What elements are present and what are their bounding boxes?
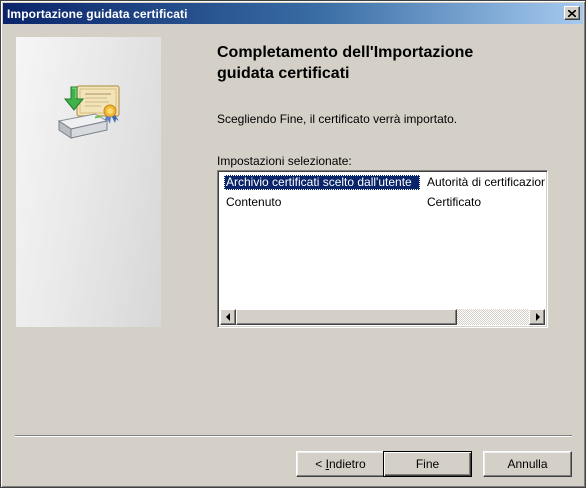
close-icon (568, 9, 576, 17)
title-bar[interactable]: Importazione guidata certificati (3, 3, 583, 24)
selected-settings-label: Impostazioni selezionate: (217, 154, 352, 168)
cancel-button-label: Annulla (507, 457, 548, 471)
scroll-right-button[interactable] (529, 309, 545, 325)
selected-settings-list[interactable]: Archivio certificati scelto dall'utente … (217, 170, 548, 328)
cancel-button[interactable]: Annulla (483, 451, 572, 477)
finish-description: Scegliendo Fine, il certificato verrà im… (217, 112, 458, 126)
setting-name: Contenuto (226, 195, 282, 209)
list-item[interactable]: Archivio certificati scelto dall'utente … (220, 173, 545, 193)
finish-button-label: Fine (415, 457, 440, 471)
setting-value: Certificato (427, 195, 482, 209)
setting-value: Autorità di certificazione (427, 175, 545, 189)
arrow-left-icon (225, 313, 230, 321)
close-button[interactable] (564, 6, 580, 20)
finish-button[interactable]: Fine (383, 451, 472, 477)
back-button[interactable]: < Indietro (296, 451, 385, 477)
horizontal-scrollbar[interactable] (220, 309, 545, 325)
setting-name: Archivio certificati scelto dall'utente (224, 175, 420, 190)
wizard-banner (16, 37, 161, 327)
scroll-left-button[interactable] (220, 309, 236, 325)
page-title-line1: Completamento dell'Importazione (217, 44, 474, 61)
settings-rows: Archivio certificati scelto dall'utente … (220, 173, 545, 309)
page-title-line2: guidata certificati (217, 65, 350, 82)
list-item[interactable]: Contenuto Certificato (220, 193, 545, 213)
arrow-right-icon (535, 313, 540, 321)
button-separator (15, 435, 572, 437)
scrollbar-thumb[interactable] (236, 309, 457, 325)
window-title: Importazione guidata certificati (7, 6, 188, 21)
certificate-import-icon (57, 85, 120, 139)
wizard-window: Importazione guidata certificati Complet… (0, 0, 586, 488)
page-title: Completamento dell'Importazione guidata … (217, 42, 557, 84)
back-button-label: < Indietro (315, 457, 366, 471)
